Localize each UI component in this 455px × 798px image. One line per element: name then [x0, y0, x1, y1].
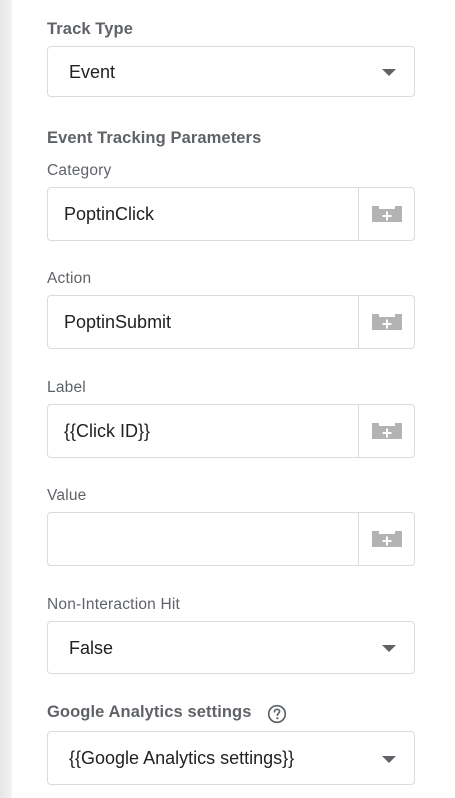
non-interaction-label: Non-Interaction Hit — [47, 596, 181, 613]
non-interaction-value: False — [69, 638, 114, 658]
ga-settings-value: {{Google Analytics settings}} — [69, 748, 295, 768]
label-input[interactable] — [48, 405, 359, 457]
category-variable-button[interactable] — [358, 188, 414, 240]
category-field — [47, 187, 415, 241]
label-field — [47, 404, 415, 458]
track-type-label: Track Type — [47, 20, 133, 38]
action-field — [47, 295, 415, 349]
add-variable-icon — [372, 314, 402, 330]
track-type-select[interactable]: Event — [47, 46, 415, 97]
action-input[interactable] — [48, 296, 359, 348]
track-type-value: Event — [69, 62, 116, 82]
left-edge-shadow — [0, 0, 12, 798]
value-input[interactable] — [48, 513, 359, 565]
ga-settings-label: Google Analytics settings — [47, 703, 252, 721]
event-tracking-title: Event Tracking Parameters — [47, 129, 262, 147]
tag-configuration-panel: Track Type Event Event Tracking Paramete… — [0, 0, 455, 798]
action-label: Action — [47, 270, 92, 287]
caret-down-icon — [382, 756, 396, 763]
ga-settings-select[interactable]: {{Google Analytics settings}} — [47, 731, 415, 785]
action-variable-button[interactable] — [358, 296, 414, 348]
category-input[interactable] — [48, 188, 359, 240]
caret-down-icon — [382, 69, 396, 76]
label-variable-button[interactable] — [358, 405, 414, 457]
category-label: Category — [47, 162, 112, 179]
value-field — [47, 512, 415, 566]
caret-down-icon — [382, 645, 396, 652]
help-circle-icon[interactable] — [267, 704, 287, 724]
add-variable-icon — [372, 531, 402, 547]
non-interaction-select[interactable]: False — [47, 621, 415, 674]
add-variable-icon — [372, 206, 402, 222]
value-variable-button[interactable] — [358, 513, 414, 565]
value-field-label: Value — [47, 487, 87, 504]
label-field-label: Label — [47, 379, 86, 396]
add-variable-icon — [372, 423, 402, 439]
